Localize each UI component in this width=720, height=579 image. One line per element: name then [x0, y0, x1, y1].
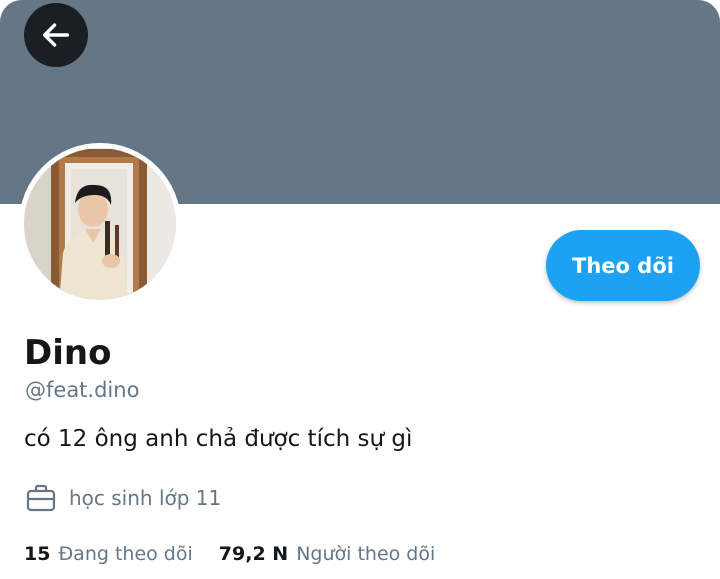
follow-stats: 15 Đang theo dõi 79,2 N Người theo dõi: [24, 540, 435, 568]
avatar[interactable]: [19, 143, 181, 305]
display-name: Dino: [24, 333, 112, 373]
following-label: Đang theo dõi: [58, 543, 193, 565]
following-count: 15: [24, 543, 51, 565]
following-stat[interactable]: 15 Đang theo dõi: [24, 540, 193, 568]
occupation-text: học sinh lớp 11: [69, 486, 222, 510]
followers-label: Người theo dõi: [296, 543, 436, 565]
back-button[interactable]: [24, 3, 88, 67]
briefcase-icon: [26, 484, 56, 512]
profile-photo: [19, 143, 181, 305]
user-handle: @feat.dino: [25, 378, 140, 402]
followers-count: 79,2 N: [218, 543, 289, 565]
follow-button[interactable]: Theo dõi: [546, 230, 700, 301]
bio-text: có 12 ông anh chả được tích sự gì: [24, 426, 413, 452]
arrow-left-icon: [42, 23, 70, 47]
followers-stat[interactable]: 79,2 N Người theo dõi: [219, 540, 435, 568]
occupation-row: học sinh lớp 11: [25, 482, 221, 514]
